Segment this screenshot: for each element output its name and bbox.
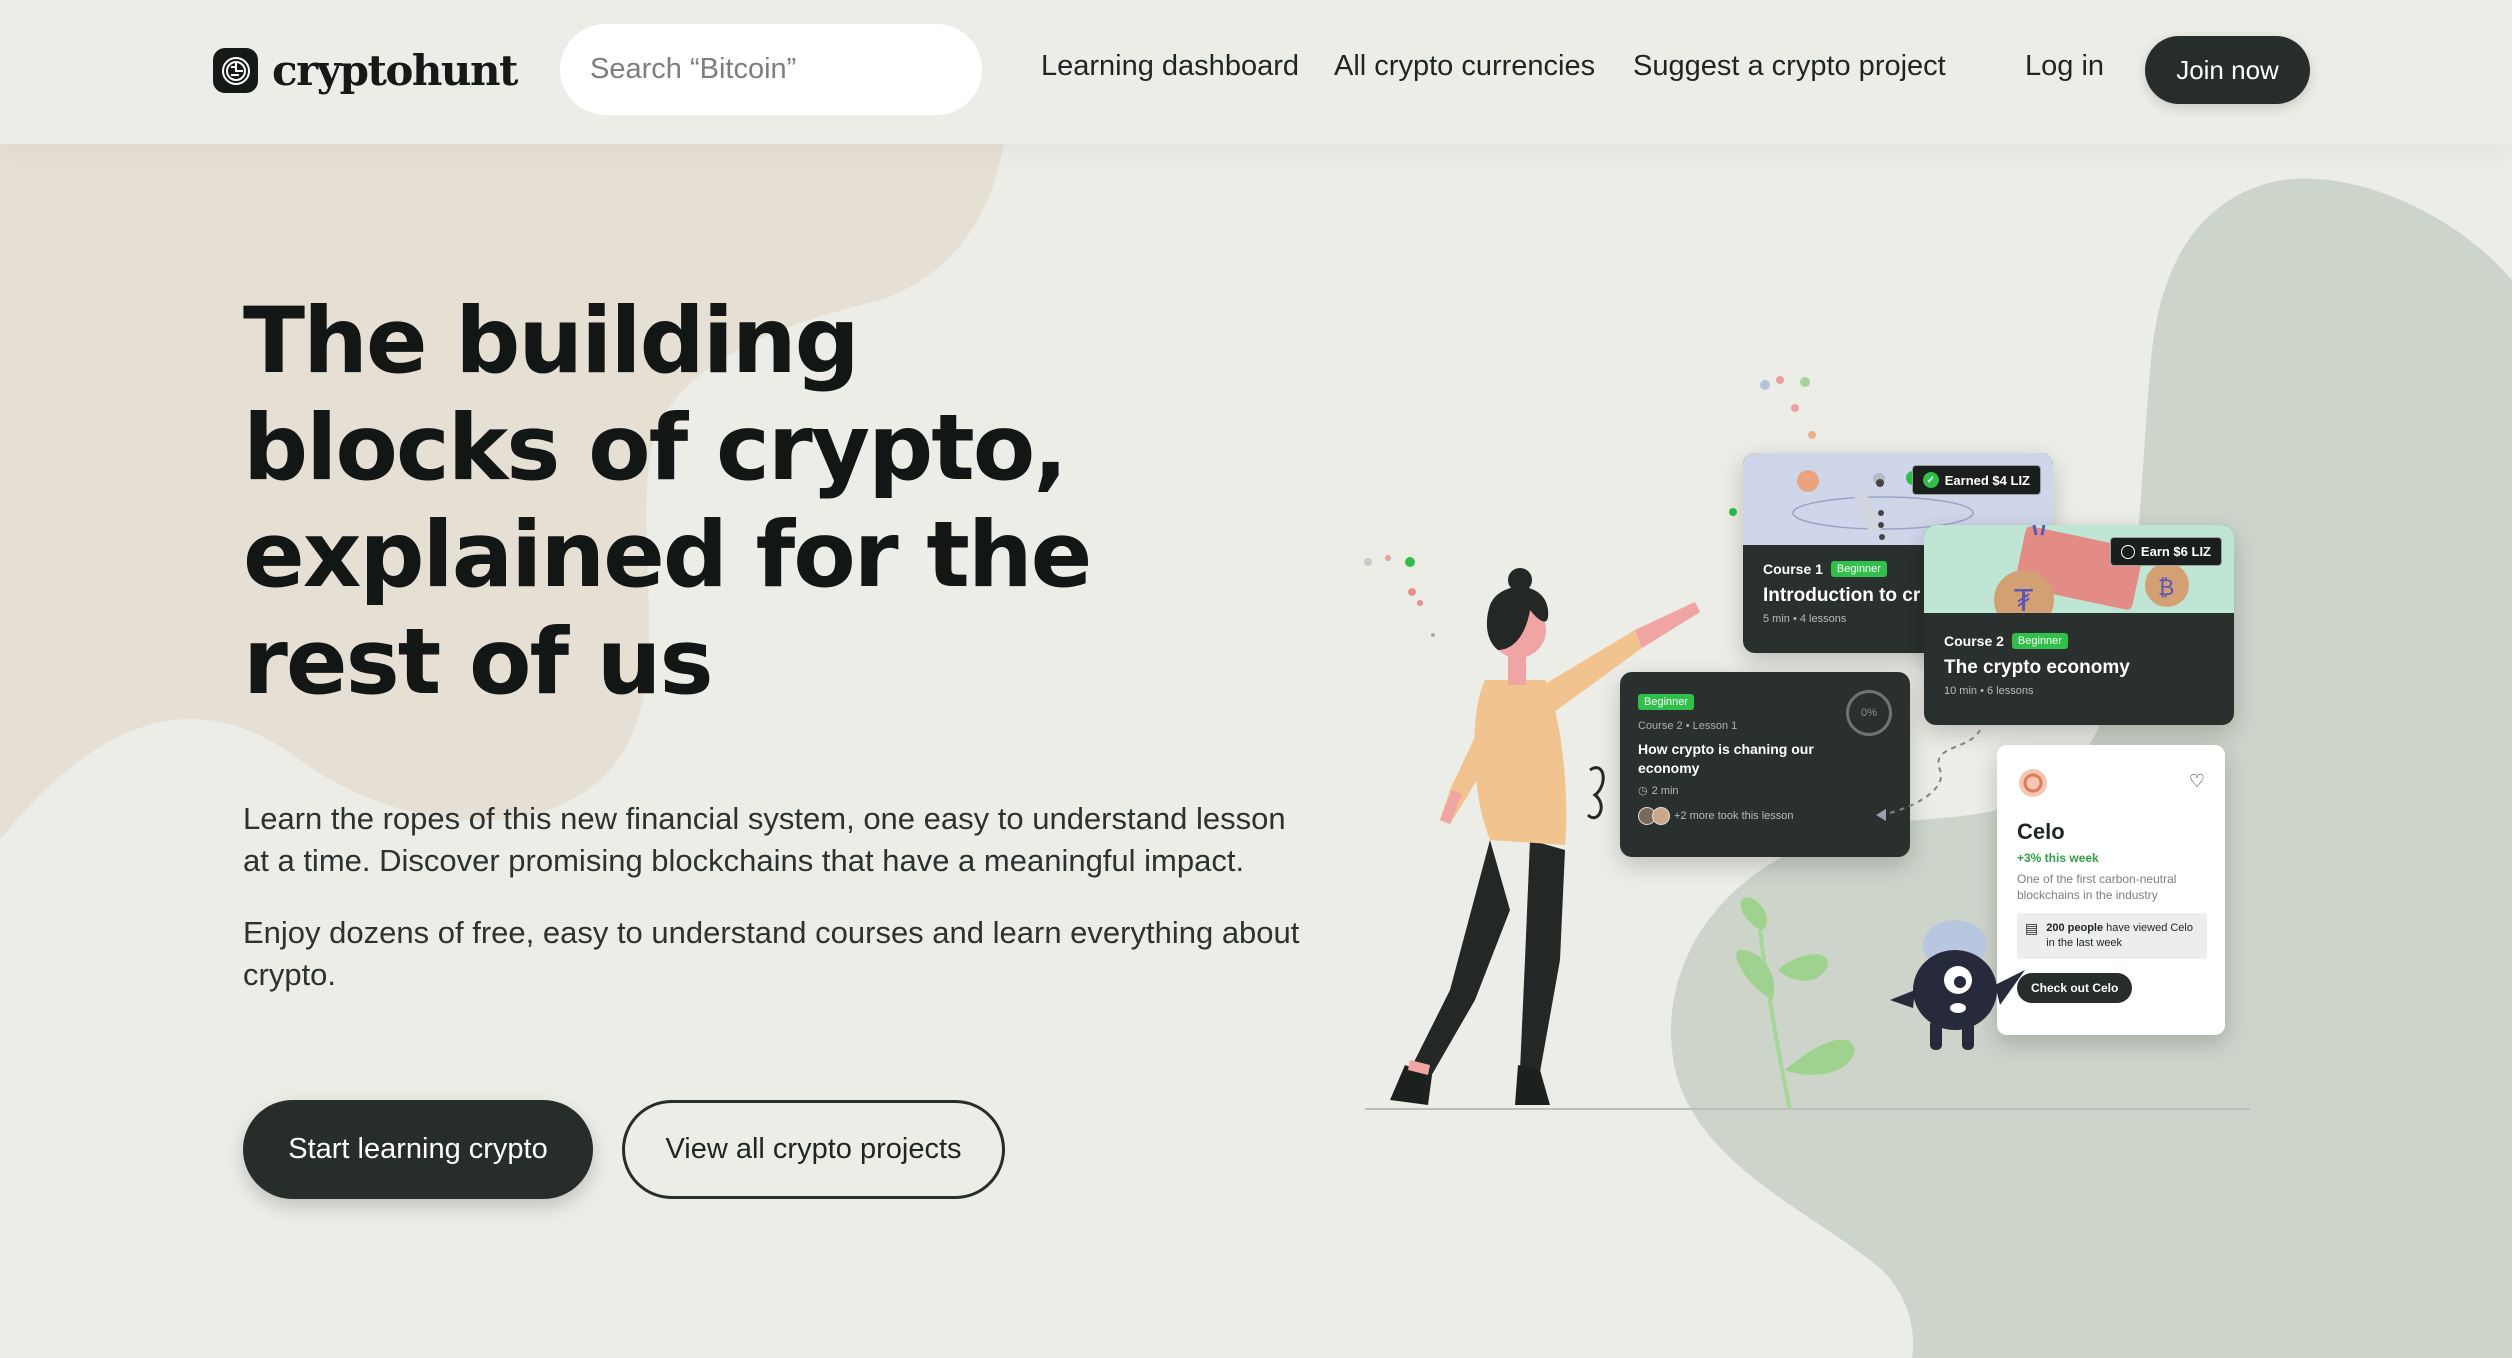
earn-amount: Earn $6 LIZ <box>2140 544 2211 559</box>
hero-title-line: explained for the <box>243 503 1092 608</box>
hero-illustration: ✓ Earned $4 LIZ Course 1 Beginner Introd… <box>1350 360 2270 1120</box>
search-input[interactable] <box>590 53 967 86</box>
svg-text:₿: ₿ <box>2158 576 2174 601</box>
check-circle-icon: ✓ <box>1922 472 1939 488</box>
login-link[interactable]: Log in <box>2025 50 2104 83</box>
celo-project-card[interactable]: ♡ Celo +3% this week One of the first ca… <box>1997 745 2225 1035</box>
view-projects-button[interactable]: View all crypto projects <box>622 1100 1005 1199</box>
course-2-label: Course 2 <box>1944 633 2004 649</box>
celo-name: Celo <box>2017 819 2065 844</box>
course-1-label: Course 1 <box>1763 561 1823 577</box>
mascot-illustration <box>1890 920 2025 1050</box>
earned-badge: ✓ Earned $4 LIZ <box>1911 465 2041 495</box>
earn-badge: Earn $6 LIZ <box>2109 537 2222 566</box>
celo-views-count: 200 people <box>2046 922 2104 934</box>
hero-paragraph-1: Learn the ropes of this new financial sy… <box>243 801 1286 878</box>
start-learning-button[interactable]: Start learning crypto <box>243 1100 593 1199</box>
nav-suggest-project[interactable]: Suggest a crypto project <box>1633 50 1946 83</box>
celo-body: Celo +3% this week One of the first carb… <box>2017 819 2207 1003</box>
earned-amount: Earned $4 LIZ <box>1944 472 2030 488</box>
hero-title-line: rest of us <box>243 610 714 715</box>
course-2-meta: 10 min • 6 lessons <box>1944 685 2034 697</box>
join-now-button[interactable]: Join now <box>2145 36 2310 104</box>
brand-name: cryptohunt <box>272 46 518 95</box>
brand-logo[interactable]: cryptohunt <box>213 46 518 95</box>
svg-text:₮: ₮ <box>2014 584 2033 613</box>
hero-title-line: The building <box>243 289 860 394</box>
coin-icon <box>2120 544 2135 559</box>
heart-icon[interactable]: ♡ <box>2189 771 2205 792</box>
course-2-title: The crypto economy <box>1944 657 2130 678</box>
search-bar <box>560 24 982 115</box>
hero-title-line: blocks of crypto, <box>243 396 1068 501</box>
celo-change: +3% this week <box>2017 851 2099 865</box>
plant-illustration <box>1736 897 1855 1110</box>
hero-title: The building blocks of crypto, explained… <box>243 288 1103 716</box>
celo-views-box: ▤ 200 people have viewed Celo in the las… <box>2017 913 2207 959</box>
celo-logo-icon <box>2017 767 2049 804</box>
nav-learning-dashboard[interactable]: Learning dashboard <box>1041 50 1299 83</box>
celo-description: One of the first carbon-neutral blockcha… <box>2017 872 2177 902</box>
check-out-celo-button[interactable]: Check out Celo <box>2017 973 2133 1003</box>
fingerprint-icon <box>213 48 258 93</box>
nav-all-crypto-currencies[interactable]: All crypto currencies <box>1334 50 1595 83</box>
level-badge: Beginner <box>1830 561 1887 577</box>
course-card-2[interactable]: ₮ ₿ Earn $6 LIZ Course 2 Beginner The cr… <box>1924 525 2234 725</box>
hero-paragraph-2: Enjoy dozens of free, easy to understand… <box>243 915 1300 992</box>
dashed-path-decoration <box>1876 729 1981 821</box>
course-2-body: Course 2 Beginner The crypto economy 10 … <box>1944 633 2224 697</box>
level-badge: Beginner <box>2011 633 2068 649</box>
top-navbar: cryptohunt Learning dashboard All crypto… <box>0 0 2512 144</box>
woman-figure-illustration <box>1390 568 1700 1105</box>
